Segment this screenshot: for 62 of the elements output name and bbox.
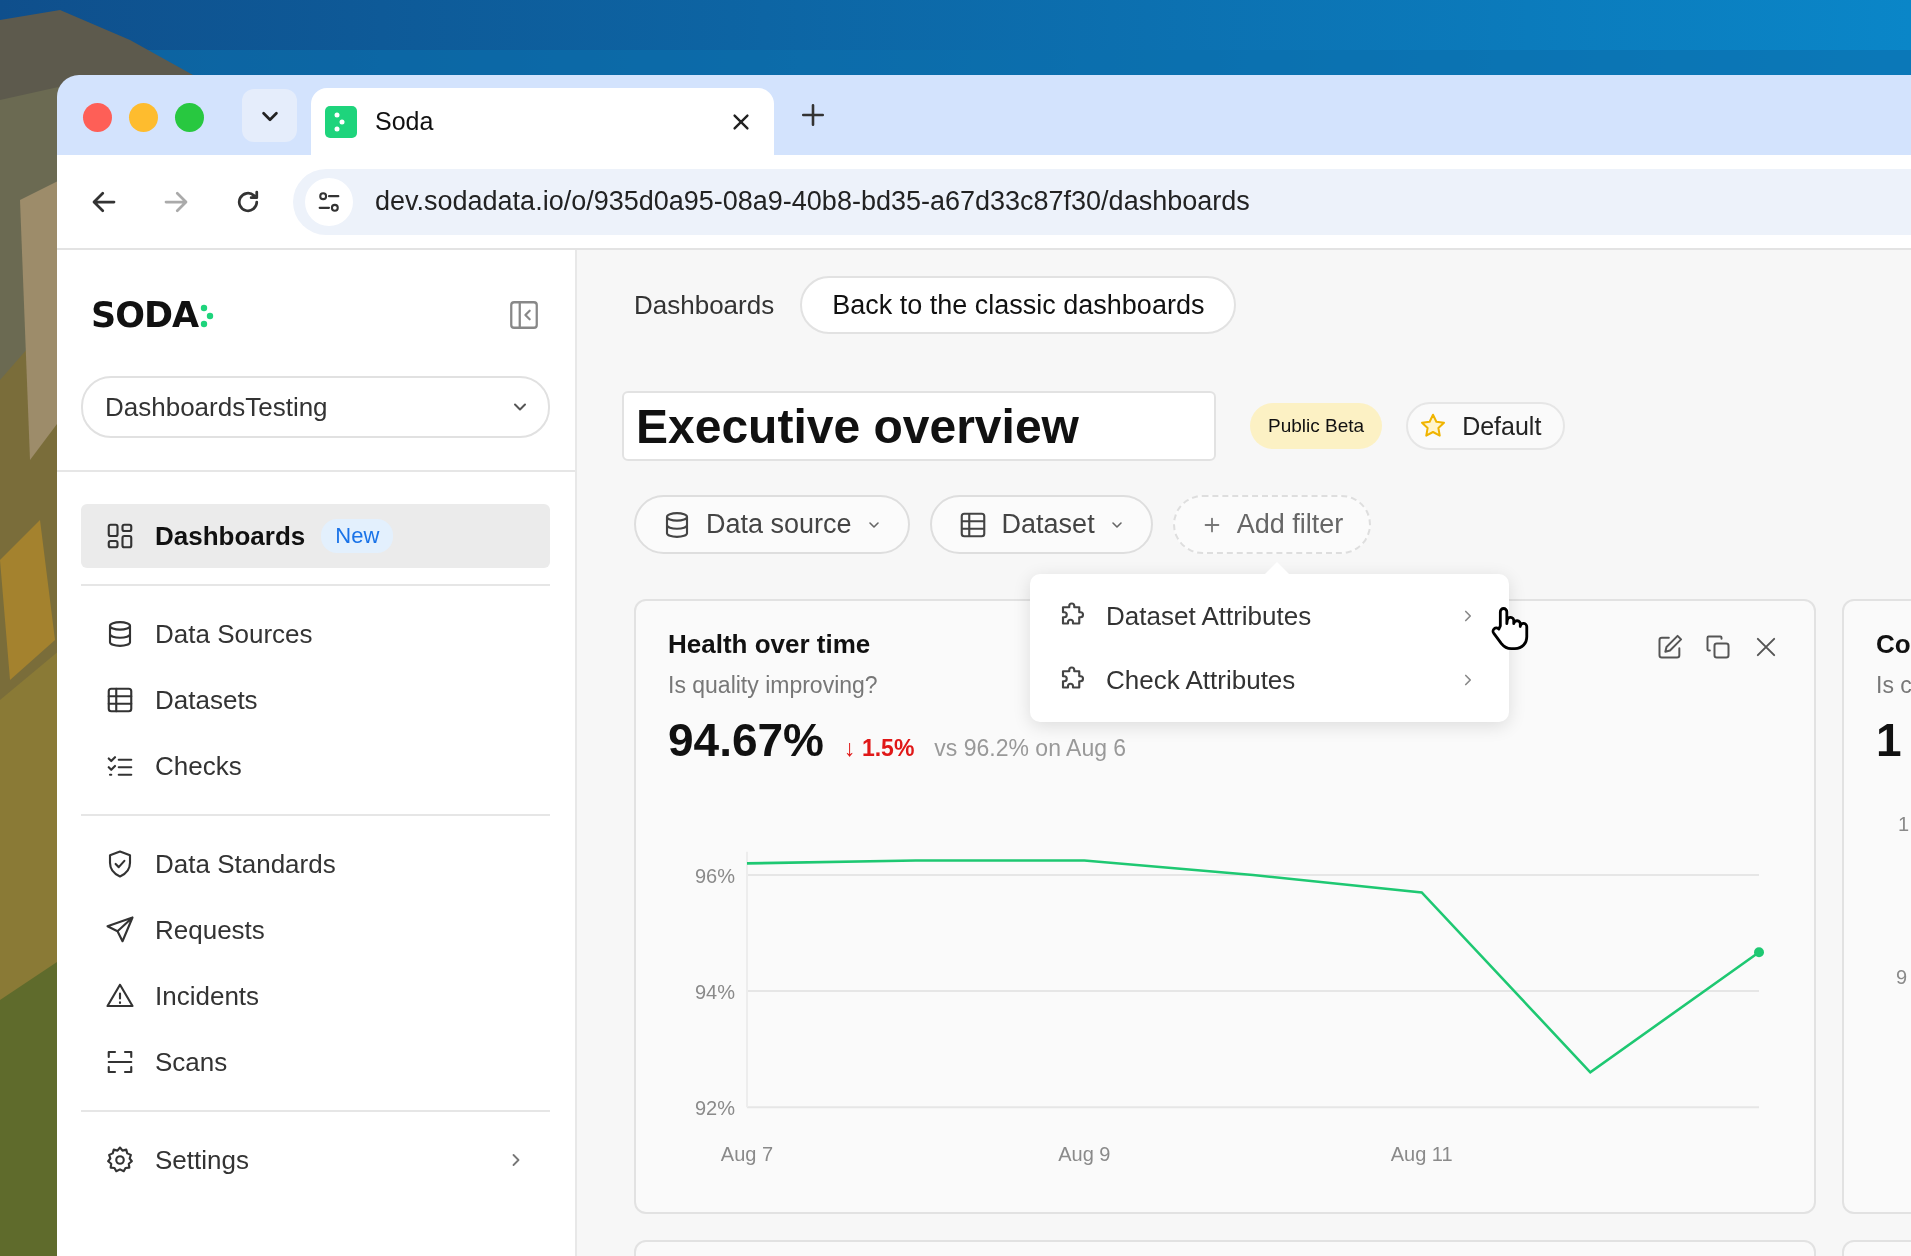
y-axis-label: 96% — [694, 865, 735, 887]
paper-plane-icon — [105, 915, 135, 945]
x-axis-label: Aug 11 — [1390, 1143, 1453, 1165]
tab-title: Soda — [375, 107, 435, 136]
card-subtitle: Is quality improving? — [668, 672, 878, 699]
logo-dots-icon — [200, 302, 215, 328]
nav-item[interactable]: Dashboards New — [81, 504, 550, 568]
card-title: Health over time — [668, 629, 872, 660]
card-subtitle: Is c — [1876, 672, 1911, 699]
metric-comparison: vs 96.2% on Aug 6 — [934, 735, 1127, 762]
nav-label: Settings — [155, 1144, 249, 1176]
nav-label: Incidents — [155, 980, 260, 1012]
nav-label: Datasets — [155, 684, 258, 716]
grid-icon — [105, 521, 135, 551]
card-title: Co — [1876, 629, 1911, 660]
y-axis-label: 94% — [694, 981, 735, 1004]
menu-item[interactable]: Check Attributes — [1030, 648, 1509, 712]
settings-icon — [105, 1145, 135, 1175]
metric-change: ↓ 1.5% — [844, 735, 915, 762]
app-logo-icon — [325, 105, 357, 138]
default-button[interactable]: Default — [1406, 402, 1566, 450]
edit-icon[interactable] — [1656, 633, 1684, 661]
nav-label: Requests — [155, 914, 265, 946]
nav-item[interactable]: Data Standards — [81, 832, 550, 896]
x-axis-label: Aug 9 — [1058, 1143, 1111, 1165]
nav-item[interactable]: Incidents — [81, 964, 550, 1028]
nav-label: Data Sources — [155, 618, 313, 650]
plus-icon[interactable] — [800, 102, 826, 128]
collapse-sidebar-icon[interactable] — [507, 298, 541, 332]
add-filter-button[interactable]: Add filter — [1172, 495, 1372, 554]
filter-dropdown[interactable]: Dataset — [929, 495, 1153, 554]
nav-label: Data Standards — [155, 848, 336, 880]
nav-item[interactable]: Scans — [81, 1030, 550, 1094]
nav-label: Dashboards — [155, 520, 306, 552]
dashboard-title-field[interactable]: Executive overview — [622, 391, 1216, 461]
metric-value: 94.67% — [668, 713, 824, 767]
browser-tab[interactable]: Soda — [311, 88, 774, 155]
breadcrumb[interactable]: Dashboards — [634, 289, 775, 321]
site-settings-icon[interactable] — [305, 177, 353, 226]
workspace-select[interactable]: DashboardsTesting — [81, 376, 550, 438]
nav-item[interactable]: Requests — [81, 898, 550, 962]
url-text: dev.sodadata.io/o/935d0a95-08a9-40b8-bd35-a67d33c87f30/dashboards — [375, 186, 1250, 217]
y-axis-label: 9 — [1896, 966, 1908, 989]
public-beta-badge: Public Beta — [1250, 403, 1383, 449]
metric-value: 1 — [1876, 713, 1903, 767]
nav-item[interactable]: Checks — [81, 734, 550, 798]
nav-item[interactable]: Data Sources — [81, 602, 550, 666]
y-axis-label: 1 — [1898, 813, 1910, 836]
data-point — [1754, 947, 1764, 958]
logo: SODA — [91, 295, 199, 335]
nav-item[interactable]: Datasets — [81, 668, 550, 732]
address-bar[interactable]: dev.sodadata.io/o/935d0a95-08a9-40b8-bd35-a67d33c87f30/dashboards — [293, 168, 1911, 235]
table-icon — [105, 685, 135, 715]
filter-dropdown[interactable]: Data source — [634, 495, 910, 554]
nav-label: Checks — [155, 750, 242, 782]
back-to-classic-button[interactable]: Back to the classic dashboards — [800, 276, 1237, 334]
new-badge: New — [321, 519, 394, 553]
x-axis-label: Aug 7 — [720, 1143, 774, 1165]
copy-icon[interactable] — [1704, 633, 1732, 661]
y-axis-label: 92% — [694, 1097, 735, 1120]
nav-label: Scans — [155, 1046, 228, 1078]
nav-item[interactable]: Settings — [81, 1128, 550, 1192]
